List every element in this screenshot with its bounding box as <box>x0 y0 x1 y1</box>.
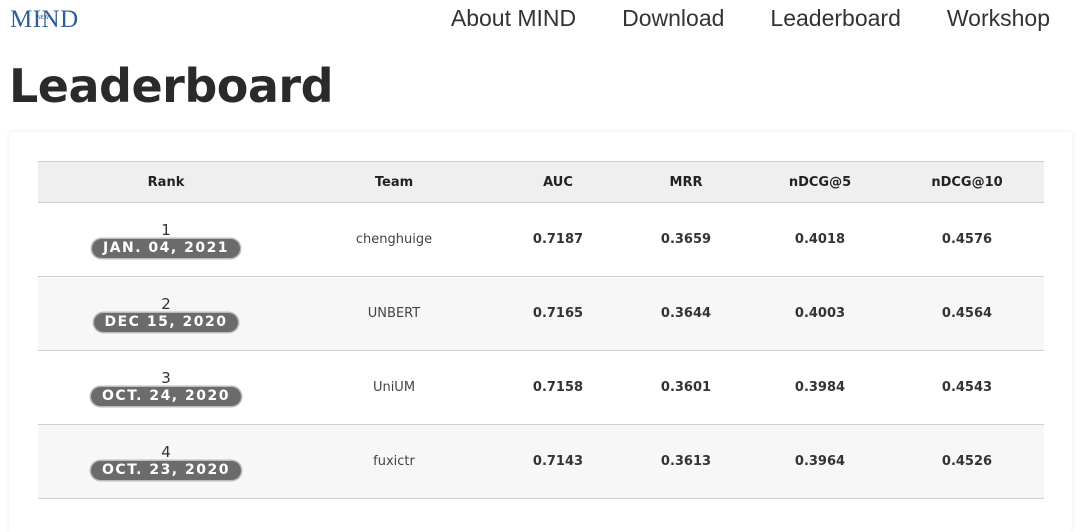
table-row: 3 OCT. 24, 2020 UniUM 0.7158 0.3601 0.39… <box>38 350 1044 425</box>
top-navbar: MIND NEW About MIND Download Leaderboard… <box>0 0 1080 38</box>
main-nav: About MIND Download Leaderboard Workshop <box>451 5 1050 31</box>
team-cell: UniUM <box>294 350 494 425</box>
rank-number: 3 <box>161 368 171 387</box>
date-badge: DEC 15, 2020 <box>93 312 239 332</box>
mrr-cell: 0.3659 <box>622 202 750 277</box>
rank-number: 1 <box>161 220 171 239</box>
team-cell: UNBERT <box>294 276 494 351</box>
ndcg10-cell: 0.4543 <box>890 350 1044 425</box>
table-row: 2 DEC 15, 2020 UNBERT 0.7165 0.3644 0.40… <box>38 276 1044 351</box>
date-badge: OCT. 23, 2020 <box>91 460 241 480</box>
auc-cell: 0.7187 <box>494 202 622 277</box>
column-header-team[interactable]: Team <box>294 161 494 203</box>
page-title: Leaderboard <box>9 59 334 113</box>
column-header-auc[interactable]: AUC <box>494 161 622 203</box>
rank-cell: 1 JAN. 04, 2021 <box>38 202 294 277</box>
rank-number: 4 <box>161 442 171 461</box>
ndcg5-cell: 0.4003 <box>750 276 890 351</box>
mrr-cell: 0.3613 <box>622 424 750 499</box>
team-cell: chenghuige <box>294 202 494 277</box>
ndcg5-cell: 0.3984 <box>750 350 890 425</box>
ndcg5-cell: 0.3964 <box>750 424 890 499</box>
date-badge: OCT. 24, 2020 <box>91 386 241 406</box>
logo-mark: NEW <box>37 15 49 21</box>
auc-cell: 0.7165 <box>494 276 622 351</box>
ndcg5-cell: 0.4018 <box>750 202 890 277</box>
leaderboard-table: Rank Team AUC MRR nDCG@5 nDCG@10 1 JAN. … <box>38 161 1044 499</box>
ndcg10-cell: 0.4526 <box>890 424 1044 499</box>
table-row: 4 OCT. 23, 2020 fuxictr 0.7143 0.3613 0.… <box>38 424 1044 499</box>
column-header-ndcg5[interactable]: nDCG@5 <box>750 161 890 203</box>
ndcg10-cell: 0.4564 <box>890 276 1044 351</box>
nav-workshop[interactable]: Workshop <box>947 5 1050 31</box>
date-badge: JAN. 04, 2021 <box>91 238 241 258</box>
auc-cell: 0.7143 <box>494 424 622 499</box>
nav-about-mind[interactable]: About MIND <box>451 5 576 31</box>
column-header-mrr[interactable]: MRR <box>622 161 750 203</box>
rank-cell: 3 OCT. 24, 2020 <box>38 350 294 425</box>
table-row: 1 JAN. 04, 2021 chenghuige 0.7187 0.3659… <box>38 202 1044 277</box>
mind-logo[interactable]: MIND NEW <box>10 6 79 34</box>
nav-leaderboard[interactable]: Leaderboard <box>770 5 900 31</box>
mrr-cell: 0.3601 <box>622 350 750 425</box>
column-header-rank[interactable]: Rank <box>38 161 294 203</box>
leaderboard-card: Rank Team AUC MRR nDCG@5 nDCG@10 1 JAN. … <box>9 132 1072 532</box>
ndcg10-cell: 0.4576 <box>890 202 1044 277</box>
rank-number: 2 <box>161 294 171 313</box>
team-cell: fuxictr <box>294 424 494 499</box>
mrr-cell: 0.3644 <box>622 276 750 351</box>
auc-cell: 0.7158 <box>494 350 622 425</box>
nav-download[interactable]: Download <box>622 5 724 31</box>
rank-cell: 4 OCT. 23, 2020 <box>38 424 294 499</box>
column-header-ndcg10[interactable]: nDCG@10 <box>890 161 1044 203</box>
rank-cell: 2 DEC 15, 2020 <box>38 276 294 351</box>
table-header-row: Rank Team AUC MRR nDCG@5 nDCG@10 <box>38 161 1044 203</box>
